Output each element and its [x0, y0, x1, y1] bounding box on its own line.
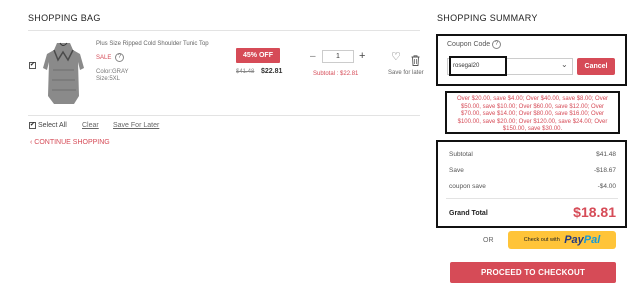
help-icon[interactable]: ?	[115, 53, 124, 62]
select-all-label[interactable]: Select All	[38, 122, 67, 129]
paypal-checkout-button[interactable]: Check out with PayPal	[508, 231, 616, 249]
item-subtotal: Subtotal : $22.81	[313, 71, 359, 77]
subtotal-label: Subtotal	[449, 151, 473, 158]
product-name-link[interactable]: Plus Size Ripped Cold Shoulder Tunic Top	[96, 41, 209, 47]
quantity-input[interactable]	[322, 50, 354, 63]
shopping-bag-title: SHOPPING BAG	[28, 13, 101, 23]
current-price: $22.81	[261, 68, 283, 75]
save-all-for-later-link[interactable]: Save For Later	[113, 122, 159, 129]
promo-tiers-panel: Over $20.00, save $4.00; Over $40.00, sa…	[445, 91, 620, 134]
chevron-down-icon[interactable]: ⌄	[561, 60, 568, 69]
or-separator: OR	[483, 237, 494, 244]
coupon-value: rosegal20	[453, 63, 480, 69]
paypal-logo: PayPal	[564, 234, 600, 246]
product-thumbnail-art	[43, 42, 84, 104]
promo-tiers-text: Over $20.00, save $4.00; Over $40.00, sa…	[456, 96, 609, 132]
save-label: Save	[449, 167, 464, 174]
select-all-checkbox[interactable]: ✔	[29, 122, 36, 129]
coupon-save-value: -$4.00	[597, 183, 616, 190]
original-price: $41.48	[236, 69, 255, 75]
paypal-logo-pay: Pay	[564, 234, 584, 246]
coupon-code-label: Coupon Code	[447, 41, 491, 48]
help-icon[interactable]: ?	[492, 40, 501, 49]
bag-divider	[28, 115, 420, 116]
paypal-prefix: Check out with	[523, 237, 560, 243]
product-image[interactable]	[40, 40, 87, 106]
product-color: Color:GRAY	[96, 69, 129, 75]
subtotal-value: $41.48	[596, 151, 616, 158]
quantity-increase-button[interactable]: +	[359, 50, 365, 62]
sale-tag: SALE	[96, 55, 112, 61]
cancel-coupon-button[interactable]: Cancel	[577, 58, 615, 75]
save-for-later-link[interactable]: Save for later	[388, 70, 424, 76]
save-value: -$18.67	[593, 167, 616, 174]
proceed-to-checkout-button[interactable]: PROCEED TO CHECKOUT	[450, 262, 616, 283]
continue-shopping-link[interactable]: ‹ CONTINUE SHOPPING	[30, 139, 110, 146]
product-size: Size:5XL	[96, 76, 121, 82]
grand-total-value: $18.81	[573, 204, 616, 220]
bag-divider	[28, 30, 420, 31]
clear-link[interactable]: Clear	[82, 122, 99, 129]
heart-icon[interactable]: ♡	[391, 52, 401, 63]
paypal-logo-pal: Pal	[583, 234, 601, 246]
shopping-summary-title: SHOPPING SUMMARY	[437, 13, 538, 23]
coupon-save-label: coupon save	[449, 183, 486, 190]
grand-total-label: Grand Total	[449, 210, 488, 217]
item-checkbox[interactable]: ✔	[29, 62, 36, 69]
quantity-decrease-button[interactable]: –	[310, 52, 316, 62]
totals-divider	[446, 198, 618, 199]
trash-icon[interactable]	[411, 53, 420, 66]
discount-badge: 45% OFF	[236, 48, 280, 63]
